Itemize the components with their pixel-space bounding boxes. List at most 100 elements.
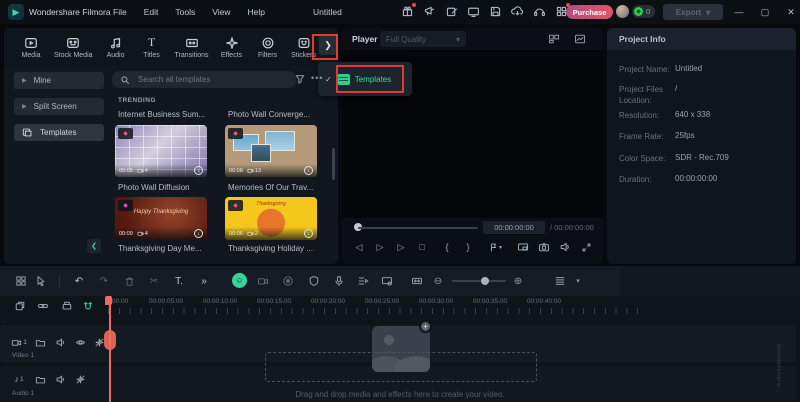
render-preview-icon[interactable] [60,299,73,312]
template-card-photo-wall-diffusion[interactable]: ◆ 00:05 4 ↓ [115,125,207,177]
shield-denoise-icon[interactable] [307,274,321,288]
save-icon[interactable] [489,5,502,18]
tab-titles[interactable]: T Titles [139,36,165,59]
media-scrollbar[interactable] [332,148,335,180]
duplicate-icon[interactable] [13,299,26,312]
filter-icon[interactable] [294,73,306,85]
tab-transitions[interactable]: Transitions [175,36,209,59]
playhead-handle[interactable] [104,330,116,350]
lock-track-icon[interactable] [34,373,46,385]
menu-tools[interactable]: Tools [175,7,195,17]
add-media-icon[interactable]: + [419,320,432,333]
export-button[interactable]: Export▾ [663,4,723,20]
download-icon[interactable]: ↓ [194,166,203,175]
minimize-button[interactable]: — [726,0,752,24]
credits-pill[interactable]: ◆ 0 [632,5,655,18]
record-button-icon[interactable] [281,274,295,288]
menu-edit[interactable]: Edit [144,7,159,17]
track-layout-icon[interactable] [553,274,567,288]
maximize-button[interactable]: ▢ [752,0,778,24]
template-title[interactable]: Photo Wall Converge... [228,110,324,119]
download-icon[interactable]: ↓ [194,229,203,238]
cloud-download-icon[interactable] [511,5,524,18]
template-card-memories[interactable]: ◆ 00:08 13 ↓ [225,125,317,177]
menu-file[interactable]: File [113,7,127,17]
current-timecode[interactable]: 00:00:00:00 [483,221,545,234]
gift-icon[interactable] [401,5,414,18]
tab-stock-media[interactable]: Stock Media [54,36,93,59]
media-browser-icon[interactable] [14,274,28,288]
magnetic-timeline-icon[interactable] [81,299,94,312]
lock-track-icon[interactable] [34,336,46,348]
zoom-slider[interactable] [452,280,506,282]
hide-track-icon[interactable] [74,336,86,348]
tablet-pen-icon[interactable] [445,5,458,18]
megaphone-icon[interactable] [423,5,436,18]
drop-zone[interactable] [265,352,537,382]
next-frame-button[interactable]: ▷ [371,240,389,254]
sidebar-item-mine[interactable]: ▶ Mine [14,72,104,89]
mute-track-icon[interactable] [54,373,66,385]
delete-icon[interactable] [122,274,136,288]
headset-icon[interactable] [533,5,546,18]
text-tool-icon[interactable]: T. [172,274,186,288]
collapse-sidebar-button[interactable]: ❮ [87,239,101,253]
search-input[interactable] [136,74,276,85]
seek-bar[interactable] [358,227,478,229]
more-tools-icon[interactable]: » [197,274,211,288]
timeline-ruler-ticks[interactable] [108,308,640,314]
redo-icon[interactable]: ↷ [97,274,111,288]
voiceover-mic-icon[interactable] [332,274,346,288]
tab-filters[interactable]: Filters [255,36,281,59]
audio-mixer-icon[interactable] [356,274,370,288]
tab-media[interactable]: Media [18,36,44,59]
tab-audio[interactable]: Audio [103,36,129,59]
template-title[interactable]: Thanksgiving Day Me... [118,244,214,253]
template-card-thanksgiving-holiday[interactable]: Thanksgiving ◆ 00:06 2 ↓ [225,197,317,240]
stop-button[interactable]: □ [413,240,431,254]
sidebar-item-templates[interactable]: Templates [14,124,104,141]
track-layout-caret-icon[interactable]: ▾ [571,274,585,288]
monitor-icon[interactable] [467,5,480,18]
link-icon[interactable] [36,299,49,312]
menu-help[interactable]: Help [247,7,264,17]
quality-dropdown[interactable]: Full Quality▾ [380,31,466,47]
purchase-button[interactable]: Purchase [566,5,613,19]
marker-button[interactable]: ▾ [482,240,508,254]
search-bar[interactable] [112,71,296,88]
undo-icon[interactable]: ↶ [72,274,86,288]
close-button[interactable]: ✕ [778,0,800,24]
fit-timeline-icon[interactable] [410,274,424,288]
screen-record-icon[interactable] [380,274,394,288]
tab-effects[interactable]: Effects [219,36,245,59]
download-icon[interactable]: ↓ [304,166,313,175]
sidebar-item-split-screen[interactable]: ▶ Split Screen [14,98,104,115]
ai-assistant-icon[interactable]: ☺ [232,273,247,288]
mute-track-icon[interactable] [54,336,66,348]
template-title[interactable]: Internet Business Sum... [118,110,214,119]
template-title[interactable]: Photo Wall Diffusion [118,183,214,192]
split-view-icon[interactable] [548,33,560,45]
mark-in-button[interactable]: { [438,240,456,254]
zoom-in-icon[interactable]: ⊕ [511,274,525,288]
zoom-out-icon[interactable]: ⊖ [431,274,445,288]
template-title[interactable]: Thanksgiving Holiday ... [228,244,324,253]
template-card-thanksgiving-day[interactable]: Happy Thanksgiving ◆ 00:09 4 ↓ [115,197,207,240]
split-scissors-icon[interactable]: ✂ [147,274,161,288]
mark-out-button[interactable]: } [459,240,477,254]
mark-render-icon[interactable] [574,33,586,45]
effects-off-icon[interactable] [74,373,86,385]
snapshot-icon[interactable] [535,240,553,254]
cast-display-icon[interactable] [514,240,532,254]
zoom-slider-handle[interactable] [481,277,489,285]
fullscreen-icon[interactable] [577,240,595,254]
template-title[interactable]: Memories Of Our Trav... [228,183,324,192]
user-avatar[interactable] [616,5,629,18]
playhead-flag[interactable] [105,296,112,305]
record-camera-icon[interactable] [256,274,270,288]
menu-view[interactable]: View [212,7,230,17]
volume-icon[interactable] [556,240,574,254]
play-button[interactable]: ▷ [392,240,410,254]
select-tool-icon[interactable] [34,274,48,288]
more-options-icon[interactable]: ••• [311,73,323,83]
